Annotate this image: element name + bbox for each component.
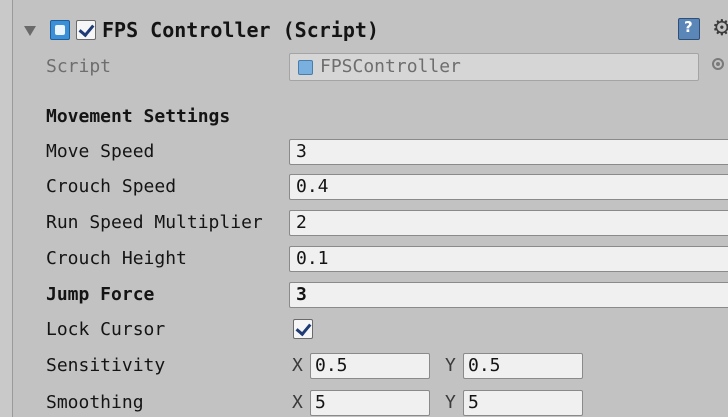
jump-force-label: Jump Force	[46, 284, 155, 305]
smoothing-x-label: X	[292, 392, 303, 413]
inspector-panel: FPS Controller (Script) ⚙ Script FPSCont…	[0, 0, 728, 417]
component-enabled-checkbox[interactable]	[76, 20, 96, 40]
lock-cursor-checkbox[interactable]	[293, 319, 313, 339]
crouch-speed-input[interactable]: 0.4	[289, 174, 728, 200]
script-icon	[50, 20, 70, 40]
run-speed-multiplier-label: Run Speed Multiplier	[46, 212, 263, 233]
move-speed-input[interactable]: 3	[289, 139, 728, 165]
run-speed-multiplier-input[interactable]: 2	[289, 210, 728, 236]
jump-force-input[interactable]: 3	[289, 282, 728, 308]
component-header[interactable]: FPS Controller (Script) ⚙	[12, 14, 728, 50]
smoothing-y-label: Y	[445, 392, 456, 413]
sensitivity-x-label: X	[292, 355, 303, 376]
script-file-icon	[298, 60, 313, 75]
inspector-left-edge	[0, 0, 13, 417]
sensitivity-y-label: Y	[445, 355, 456, 376]
object-picker-icon[interactable]	[712, 58, 724, 70]
component-title: FPS Controller (Script)	[102, 18, 379, 42]
smoothing-y-input[interactable]: 5	[463, 390, 583, 416]
foldout-triangle-icon[interactable]	[24, 26, 36, 36]
help-book-icon[interactable]	[678, 18, 700, 40]
sensitivity-x-input[interactable]: 0.5	[310, 353, 430, 379]
crouch-height-input[interactable]: 0.1	[289, 246, 728, 272]
crouch-height-label: Crouch Height	[46, 248, 187, 269]
move-speed-label: Move Speed	[46, 141, 155, 162]
movement-settings-header: Movement Settings	[46, 106, 231, 127]
smoothing-label: Smoothing	[46, 392, 144, 413]
sensitivity-y-input[interactable]: 0.5	[463, 353, 583, 379]
lock-cursor-label: Lock Cursor	[46, 319, 166, 340]
crouch-speed-label: Crouch Speed	[46, 176, 177, 197]
script-label: Script	[46, 56, 112, 77]
script-reference-field[interactable]: FPSController	[289, 53, 699, 81]
gear-icon[interactable]: ⚙	[712, 18, 728, 40]
smoothing-x-input[interactable]: 5	[310, 390, 430, 416]
script-reference-value: FPSController	[320, 56, 461, 77]
sensitivity-label: Sensitivity	[46, 355, 166, 376]
